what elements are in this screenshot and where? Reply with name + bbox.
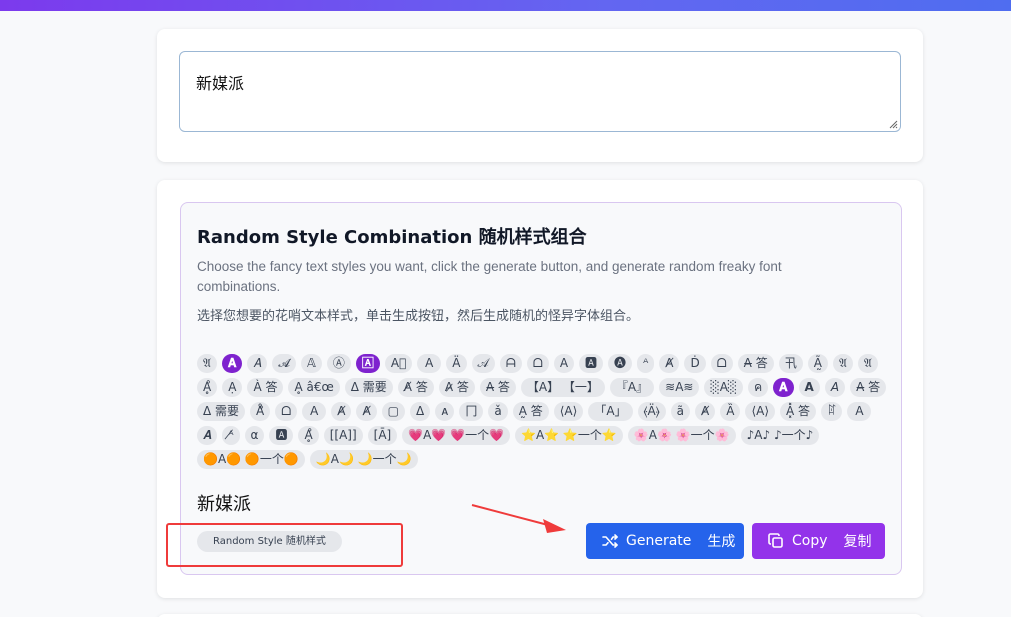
annotation-arrow-icon — [471, 504, 566, 533]
